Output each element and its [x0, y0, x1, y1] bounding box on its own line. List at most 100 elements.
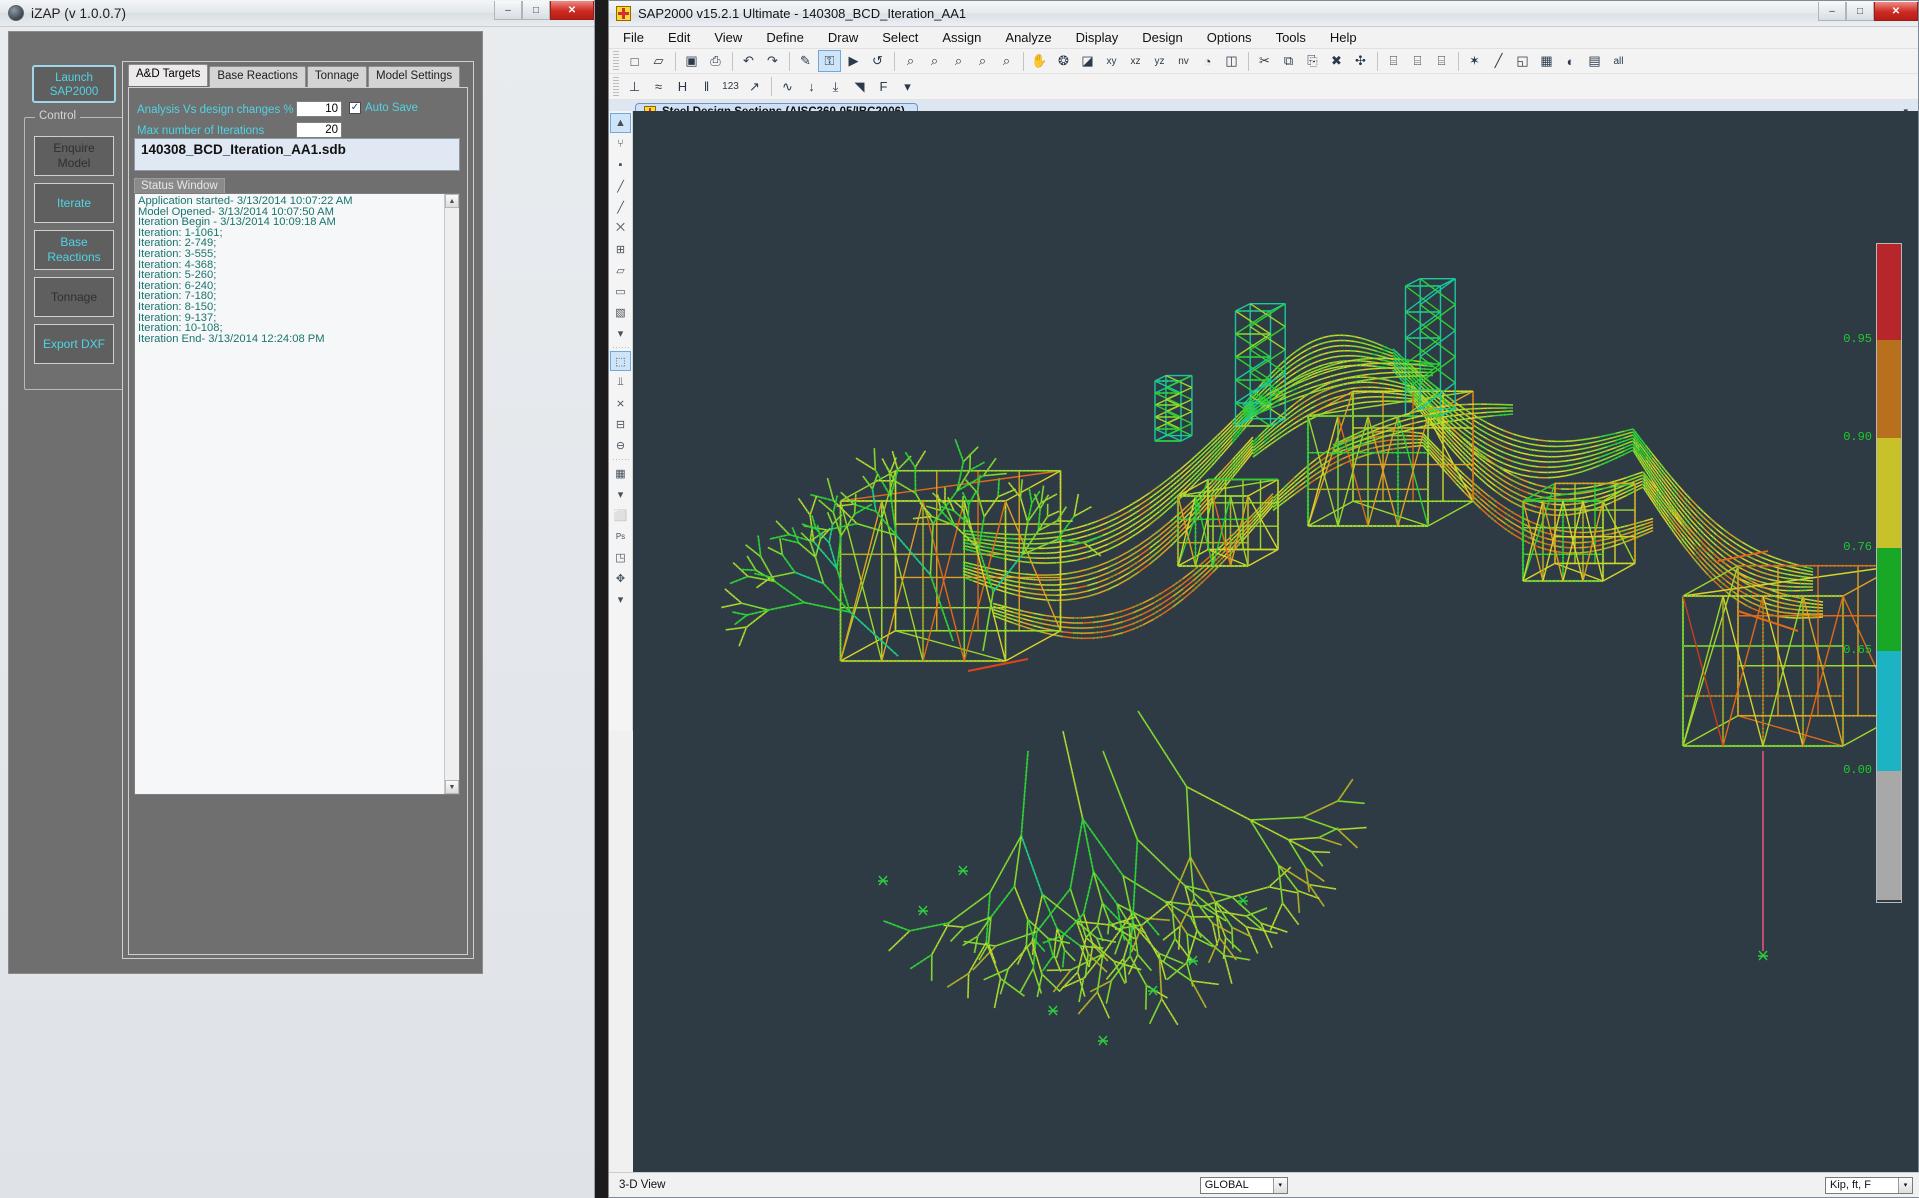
undo-icon[interactable]: ↶	[737, 50, 760, 72]
snap-grid-icon[interactable]: ▦	[610, 463, 631, 483]
quick-draw-braces-icon[interactable]: ⨉	[610, 218, 631, 238]
joint-load-icon[interactable]: ↓	[800, 76, 823, 98]
paste-icon[interactable]: ⎘	[1301, 50, 1324, 72]
frame-release-icon[interactable]: H	[671, 76, 694, 98]
rotate-3d-icon[interactable]: ❂	[1052, 50, 1075, 72]
analysis-vs-design-input[interactable]: 10	[296, 101, 342, 117]
run-design-icon[interactable]: ↺	[866, 50, 889, 72]
select-intersecting-line-icon[interactable]: ⫫	[610, 372, 631, 392]
joint-restraint-icon[interactable]: ⊥	[623, 76, 646, 98]
tab-tonnage[interactable]: Tonnage	[306, 66, 368, 88]
export-dxf-button[interactable]: Export DXF	[34, 324, 114, 364]
pan-icon[interactable]: ✋	[1028, 50, 1051, 72]
zoom-full-icon[interactable]: ⌕	[923, 50, 946, 72]
display-options-icon[interactable]: ◱	[1511, 50, 1534, 72]
lock-model-icon[interactable]: ⚿	[818, 50, 841, 72]
deselect-icon[interactable]: ⊖	[610, 435, 631, 455]
set-plan-view-icon[interactable]: ⬜	[610, 505, 631, 525]
zoom-box-icon[interactable]: ⌕	[899, 50, 922, 72]
units-dropdown[interactable]: Kip, ft, F ▾	[1824, 1176, 1913, 1194]
iterate-button[interactable]: Iterate	[34, 183, 114, 223]
launch-sap2000-button[interactable]: Launch SAP2000	[32, 65, 116, 103]
select-object-icon[interactable]: ⬚	[610, 351, 631, 371]
draw-frame-icon[interactable]: ╱	[610, 176, 631, 196]
scroll-up-icon[interactable]: ▲	[445, 194, 459, 208]
model-viewport[interactable]: 0.95 0.90 0.76 0.65 0.00	[633, 111, 1918, 1172]
view-xz-icon[interactable]: xz	[1124, 50, 1147, 72]
open-file-icon[interactable]: ▱	[647, 50, 670, 72]
align-left-icon[interactable]: ⌸	[1382, 50, 1405, 72]
set-3d-view-icon[interactable]: ◳	[610, 547, 631, 567]
delete-icon[interactable]: ✖	[1325, 50, 1348, 72]
link-property-icon[interactable]: ∿	[776, 76, 799, 98]
snap-point-icon[interactable]: ✶	[1463, 50, 1486, 72]
sap-minimize-button[interactable]: –	[1818, 2, 1846, 21]
base-reactions-button[interactable]: Base Reactions	[34, 230, 114, 270]
tonnage-button[interactable]: Tonnage	[34, 277, 114, 317]
tab-ad-targets[interactable]: A&D Targets	[128, 64, 209, 86]
quick-draw-area-icon[interactable]: ▧	[610, 302, 631, 322]
set-elev-view-icon[interactable]: Ps	[610, 526, 631, 546]
tab-model-settings[interactable]: Model Settings	[368, 66, 461, 88]
distributed-load-icon[interactable]: ◥	[848, 76, 871, 98]
view-yz-icon[interactable]: yz	[1148, 50, 1171, 72]
frame-numbering-icon[interactable]: 123	[719, 76, 742, 98]
menu-item-draw[interactable]: Draw	[828, 30, 858, 45]
menu-item-options[interactable]: Options	[1207, 30, 1252, 45]
auto-save-checkbox[interactable]: ✓ Auto Save	[349, 102, 418, 114]
scroll-down-icon[interactable]: ▼	[445, 780, 459, 794]
perspective-icon[interactable]: ◔	[1196, 50, 1219, 72]
frame-local-axes-icon[interactable]: ↗	[743, 76, 766, 98]
save-icon[interactable]: ▣	[680, 50, 703, 72]
draw-rect-area-icon[interactable]: ▭	[610, 281, 631, 301]
pointer-select-icon[interactable]: ▲	[610, 113, 631, 133]
point-load-icon[interactable]: ⤓	[824, 76, 847, 98]
copy-icon[interactable]: ⧉	[1277, 50, 1300, 72]
status-window-scrollbar[interactable]: ▲ ▼	[444, 194, 459, 794]
model-filename-field[interactable]: 140308_BCD_Iteration_AA1.sdb	[134, 138, 460, 171]
menu-item-define[interactable]: Define	[766, 30, 804, 45]
new-file-icon[interactable]: □	[623, 50, 646, 72]
toolbar-grip-1[interactable]	[613, 51, 619, 71]
menu-item-design[interactable]: Design	[1142, 30, 1182, 45]
toolbar-grip-2[interactable]	[613, 76, 619, 97]
color-fill-icon[interactable]: ◐	[1559, 50, 1582, 72]
view-caret-icon[interactable]: ▾	[610, 589, 631, 609]
menu-item-file[interactable]: File	[623, 30, 644, 45]
snap-caret-icon[interactable]: ▾	[610, 484, 631, 504]
edit-pencil-icon[interactable]: ✎	[794, 50, 817, 72]
align-center-icon[interactable]: ⌸	[1406, 50, 1429, 72]
coordinate-system-dropdown[interactable]: GLOBAL ▾	[1199, 1176, 1288, 1194]
align-right-icon[interactable]: ⌸	[1430, 50, 1453, 72]
load-dropdown-caret-icon[interactable]: ▾	[896, 76, 919, 98]
quick-draw-frame-icon[interactable]: ╱	[610, 197, 631, 217]
izap-minimize-button[interactable]: –	[494, 1, 522, 20]
view-nv-icon[interactable]: nv	[1172, 50, 1195, 72]
cut-icon[interactable]: ✂	[1253, 50, 1276, 72]
menu-item-analyze[interactable]: Analyze	[1005, 30, 1051, 45]
menu-item-tools[interactable]: Tools	[1276, 30, 1306, 45]
zoom-out-icon[interactable]: ⌕	[995, 50, 1018, 72]
menu-item-help[interactable]: Help	[1330, 30, 1357, 45]
menu-item-edit[interactable]: Edit	[668, 30, 690, 45]
draw-more-caret-icon[interactable]: ▾	[610, 323, 631, 343]
view-xy-icon[interactable]: xy	[1100, 50, 1123, 72]
sap-maximize-button[interactable]: □	[1846, 2, 1874, 21]
menu-item-assign[interactable]: Assign	[942, 30, 981, 45]
move-icon[interactable]: ✣	[1349, 50, 1372, 72]
run-analysis-icon[interactable]: ▶	[842, 50, 865, 72]
menu-item-view[interactable]: View	[714, 30, 742, 45]
print-icon[interactable]: ⎙	[704, 50, 727, 72]
section-props-icon[interactable]: ▦	[1535, 50, 1558, 72]
object-shrink-icon[interactable]: ◫	[1220, 50, 1243, 72]
redo-icon[interactable]: ↷	[761, 50, 784, 72]
draw-poly-area-icon[interactable]: ▱	[610, 260, 631, 280]
draw-point-icon[interactable]: ▪	[610, 155, 631, 175]
all-selector-icon[interactable]: all	[1607, 50, 1630, 72]
menu-item-select[interactable]: Select	[882, 30, 918, 45]
select-crossing-icon[interactable]: ⨯	[610, 393, 631, 413]
select-all-icon[interactable]: ⊟	[610, 414, 631, 434]
joint-spring-icon[interactable]: ≈	[647, 76, 670, 98]
zoom-in-icon[interactable]: ⌕	[971, 50, 994, 72]
quick-draw-secondary-icon[interactable]: ⊞	[610, 239, 631, 259]
